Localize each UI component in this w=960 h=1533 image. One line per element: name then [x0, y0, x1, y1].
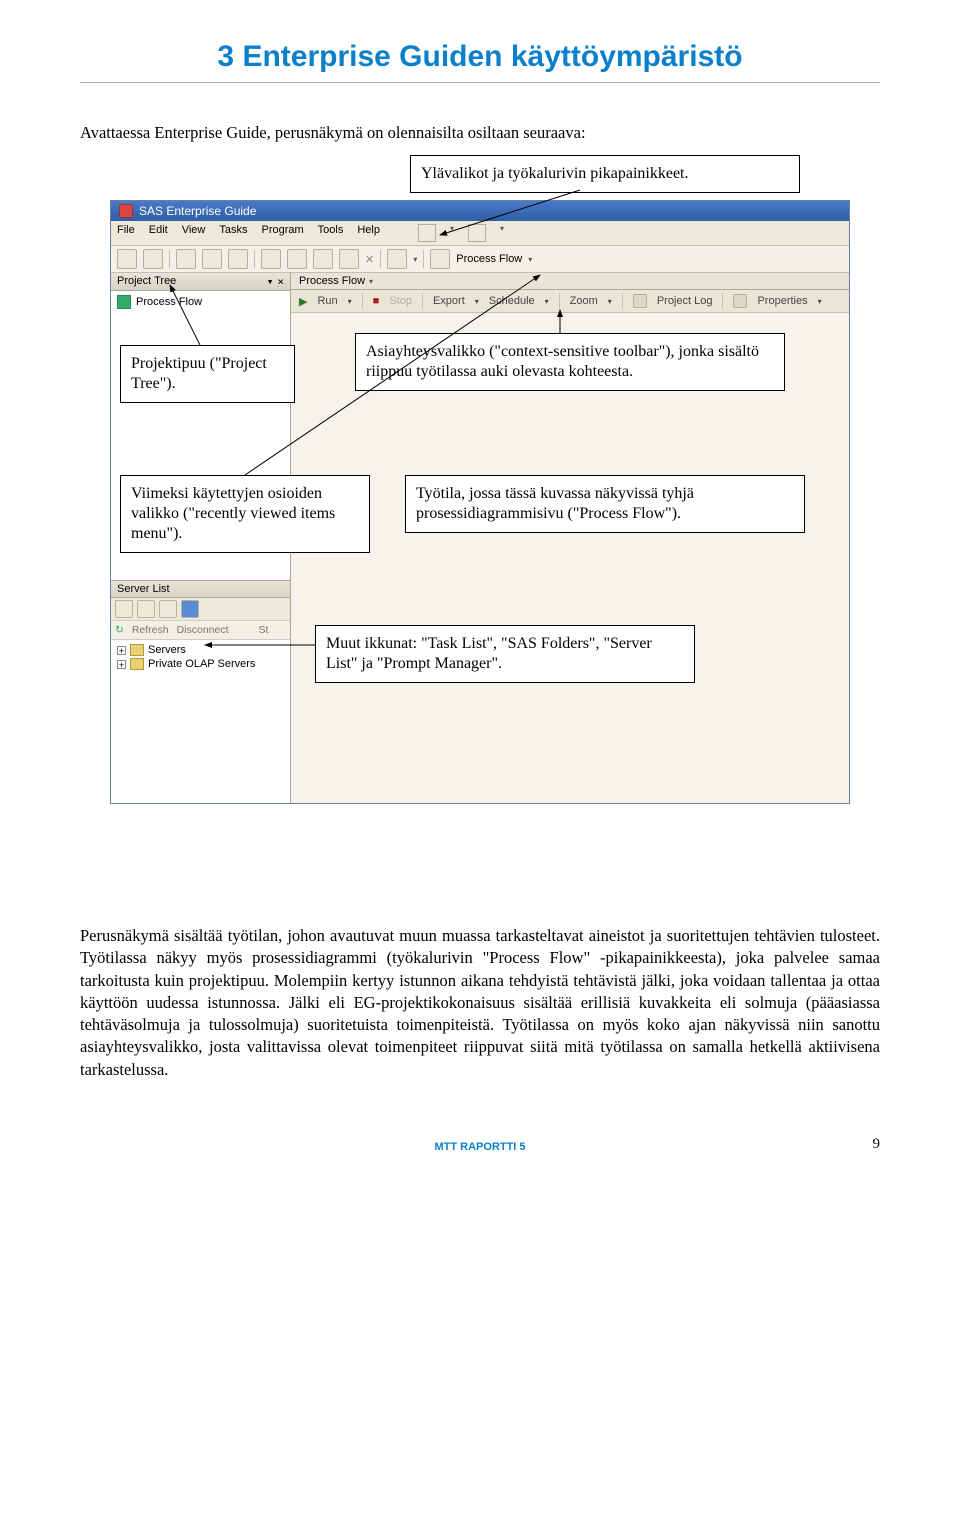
- process-flow-toolbar: ▶ Run ▾ ■ Stop Export ▾ Schedule ▾ Zoom …: [291, 290, 849, 313]
- toolbar-process-flow-icon[interactable]: [430, 249, 450, 269]
- sl-refresh-label[interactable]: Refresh: [132, 624, 169, 636]
- server-list-title-label: Server List: [117, 583, 170, 595]
- stop-icon: ■: [373, 295, 380, 307]
- run-icon: ▶: [299, 295, 307, 308]
- menu-help[interactable]: Help: [357, 224, 380, 242]
- page-footer: MTT RAPORTTI 5 9: [80, 1141, 880, 1153]
- window-titlebar: SAS Enterprise Guide: [111, 201, 849, 221]
- menu-view[interactable]: View: [182, 224, 206, 242]
- folder-icon: [130, 658, 144, 670]
- toolbar-btn-7-icon[interactable]: [287, 249, 307, 269]
- sl-icon-3[interactable]: [159, 600, 177, 618]
- dropdown-icon[interactable]: ▾: [267, 275, 274, 288]
- close-pane-icon[interactable]: ×: [277, 275, 284, 288]
- menu-program[interactable]: Program: [261, 224, 303, 242]
- process-flow-titlebar: Process Flow ▾: [291, 273, 849, 290]
- toolbar-btn-3-icon[interactable]: [176, 249, 196, 269]
- main-toolbar: ✕ ▾ Process Flow ▾: [111, 246, 849, 273]
- menu-bar: File Edit View Tasks Program Tools Help …: [111, 221, 849, 246]
- toolbar-recent-icon[interactable]: [387, 249, 407, 269]
- toolbar-process-flow-label[interactable]: Process Flow: [456, 253, 522, 265]
- process-flow-icon: [117, 295, 131, 309]
- expand-icon[interactable]: +: [117, 660, 126, 669]
- pf-stop-label[interactable]: Stop: [389, 295, 412, 307]
- callout-project-tree: Projektipuu ("Project Tree").: [120, 345, 295, 403]
- server-list-pane-title: Server List: [111, 581, 290, 598]
- chapter-title: 3 Enterprise Guiden käyttöympäristö: [80, 40, 880, 83]
- project-log-icon[interactable]: [633, 294, 647, 308]
- process-flow-tree-item[interactable]: Process Flow: [117, 295, 284, 309]
- pf-project-log-label[interactable]: Project Log: [657, 295, 713, 307]
- toolbar-open-icon[interactable]: [468, 224, 486, 242]
- toolbar-btn-8-icon[interactable]: [313, 249, 333, 269]
- sl-disconnect-label[interactable]: Disconnect: [177, 624, 229, 636]
- dropdown-icon[interactable]: ▾: [369, 277, 373, 286]
- menu-tasks[interactable]: Tasks: [219, 224, 247, 242]
- toolbar-btn-2-icon[interactable]: [143, 249, 163, 269]
- body-paragraph: Perusnäkymä sisältää työtilan, johon ava…: [80, 925, 880, 1081]
- pane-controls: ▾×: [263, 275, 284, 288]
- callout-process-flow: Työtila, jossa tässä kuvassa näkyvissä t…: [405, 475, 805, 533]
- pf-schedule-label[interactable]: Schedule: [489, 295, 535, 307]
- callout-recent-menu: Viimeksi käytettyjen osioiden valikko ("…: [120, 475, 370, 553]
- callout-top-menus: Ylävalikot ja työkalurivin pikapainikkee…: [410, 155, 800, 193]
- sl-icon-1[interactable]: [115, 600, 133, 618]
- footer-report-label: MTT RAPORTTI 5: [434, 1141, 525, 1153]
- project-tree-pane-title: Project Tree ▾×: [111, 273, 290, 291]
- folder-icon: [130, 644, 144, 656]
- sl-st-icon[interactable]: [237, 623, 251, 637]
- server-list-toolbar: [111, 598, 290, 621]
- sl-back-icon[interactable]: [181, 600, 199, 618]
- expand-icon[interactable]: +: [117, 646, 126, 655]
- menu-edit[interactable]: Edit: [149, 224, 168, 242]
- toolbar-btn-6-icon[interactable]: [261, 249, 281, 269]
- pf-zoom-label[interactable]: Zoom: [570, 295, 598, 307]
- server-list-toolbar2: ↻ Refresh Disconnect St: [111, 621, 290, 640]
- project-tree-title-label: Project Tree: [117, 275, 176, 288]
- process-flow-tree-label: Process Flow: [136, 296, 202, 308]
- pf-export-label[interactable]: Export: [433, 295, 465, 307]
- tree-row-servers[interactable]: + Servers: [117, 644, 284, 656]
- window-title: SAS Enterprise Guide: [139, 204, 256, 218]
- intro-text: Avattaessa Enterprise Guide, perusnäkymä…: [80, 123, 880, 143]
- toolbar-btn-5-icon[interactable]: [228, 249, 248, 269]
- toolbar-btn-4-icon[interactable]: [202, 249, 222, 269]
- properties-icon[interactable]: [733, 294, 747, 308]
- menu-tools[interactable]: Tools: [318, 224, 344, 242]
- page-number: 9: [873, 1136, 881, 1153]
- annotated-screenshot: SAS Enterprise Guide File Edit View Task…: [110, 155, 850, 895]
- sl-refresh-icon[interactable]: ↻: [115, 624, 124, 636]
- toolbar-btn-9-icon[interactable]: [339, 249, 359, 269]
- toolbar-btn-1-icon[interactable]: [117, 249, 137, 269]
- tree-olap-label: Private OLAP Servers: [148, 658, 255, 670]
- sl-icon-2[interactable]: [137, 600, 155, 618]
- tree-servers-label: Servers: [148, 644, 186, 656]
- callout-context-toolbar: Asiayhteysvalikko ("context-sensitive to…: [355, 333, 785, 391]
- menu-file[interactable]: File: [117, 224, 135, 242]
- pf-properties-label[interactable]: Properties: [757, 295, 807, 307]
- app-icon: [119, 204, 133, 218]
- callout-other-windows: Muut ikkunat: "Task List", "SAS Folders"…: [315, 625, 695, 683]
- toolbar-new-icon[interactable]: [418, 224, 436, 242]
- process-flow-title-label[interactable]: Process Flow: [299, 275, 365, 287]
- server-tree: + Servers + Private OLAP Servers: [111, 640, 290, 676]
- server-list-pane: ↻ Refresh Disconnect St + Servers: [111, 598, 290, 803]
- sl-st-label[interactable]: St: [259, 624, 269, 636]
- tree-row-olap[interactable]: + Private OLAP Servers: [117, 658, 284, 670]
- pf-run-label[interactable]: Run: [317, 295, 337, 307]
